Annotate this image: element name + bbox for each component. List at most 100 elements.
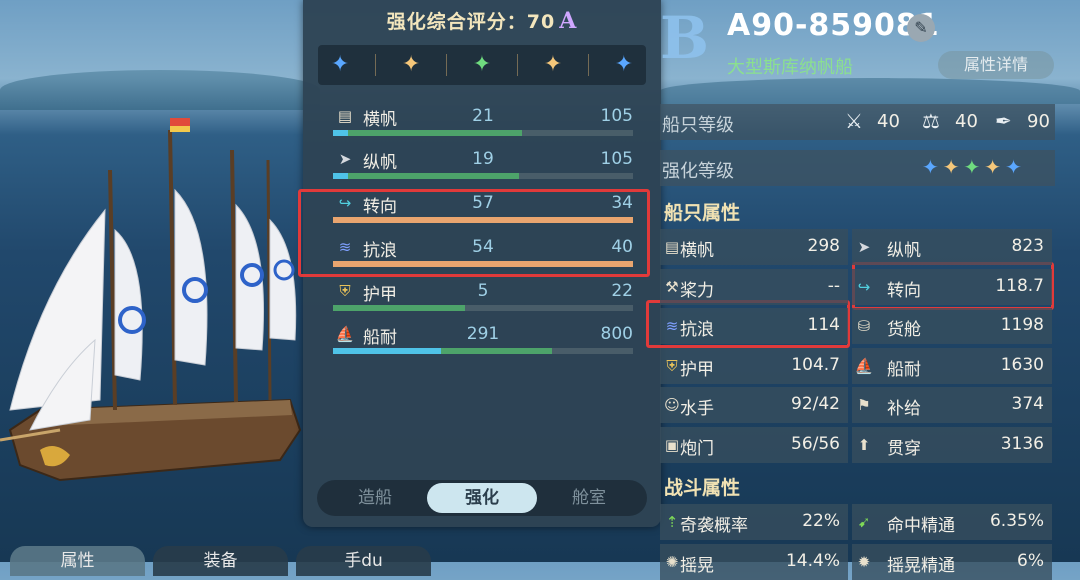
stat-enhance-value: 5 xyxy=(477,281,489,301)
score-grade: A xyxy=(559,8,578,34)
attribute-cell: ⛨ 护甲 104.7 xyxy=(660,347,848,384)
attribute-value: 114 xyxy=(807,315,840,335)
ship-illustration xyxy=(0,118,302,482)
stat-name: 船耐 xyxy=(363,328,397,348)
supply-icon: ⚑ xyxy=(857,396,871,414)
enhance-level-label: 强化等级 xyxy=(662,161,734,182)
stat-name: 护甲 xyxy=(363,285,397,305)
ambush-icon: ⇡ xyxy=(665,513,679,531)
panel-tab-bar: 造船 强化 舱室 xyxy=(317,480,647,516)
star-icon: ✦ xyxy=(543,52,563,77)
attribute-cell: ▤ 横帆 298 xyxy=(660,229,848,265)
stat-progress-bar xyxy=(333,130,633,136)
attribute-cell: ⛵ 船耐 1630 xyxy=(852,347,1052,384)
enhance-stars: ✦✦✦✦✦ xyxy=(922,155,1026,179)
attribute-value: 823 xyxy=(1011,236,1044,256)
attribute-name: 横帆 xyxy=(680,241,714,261)
stat-progress-bar xyxy=(333,173,633,179)
stat-row: ➤ 纵帆 19 105 xyxy=(333,143,633,183)
attribute-cell: ⛁ 货舱 1198 xyxy=(852,308,1052,344)
attribute-name: 摇晃 xyxy=(680,555,714,576)
attribute-value: 118.7 xyxy=(995,275,1044,296)
attribute-value: 22% xyxy=(802,511,840,531)
divider xyxy=(446,54,447,76)
star-icon: ✦ xyxy=(1005,155,1026,179)
paper-plane-icon: ➤ xyxy=(338,150,352,168)
edit-pencil-icon[interactable]: ✎ xyxy=(907,14,935,42)
tab-enhance[interactable]: 强化 xyxy=(427,483,537,513)
bar-fill-secondary xyxy=(348,130,522,136)
ship-attributes-title: 船只属性 xyxy=(664,202,741,224)
attribute-name: 水手 xyxy=(680,399,714,419)
star-icon: ✦ xyxy=(330,52,350,77)
attribute-value: 6% xyxy=(1017,550,1044,571)
armor-icon: ⛨ xyxy=(666,356,678,375)
attribute-value: 104.7 xyxy=(791,354,840,375)
attribute-details-button[interactable]: 属性详情 xyxy=(938,51,1054,79)
bar-fill-secondary xyxy=(333,305,465,311)
attribute-name: 摇晃精通 xyxy=(887,555,955,576)
hull-icon: ⛵ xyxy=(854,356,874,375)
star-icon: ✦ xyxy=(984,155,1006,179)
attribute-value: -- xyxy=(827,275,840,296)
attribute-name: 命中精通 xyxy=(887,516,955,536)
enhancement-score-title: 强化综合评分：70 A xyxy=(303,7,661,34)
ship-level-row: 船只等级 ⚔ 40 ⚖ 40 ✒ 90 xyxy=(660,104,1055,140)
attribute-name: 补给 xyxy=(887,399,921,419)
divider xyxy=(516,54,518,76)
bottom-tab-equipment[interactable]: 装备 xyxy=(153,546,288,576)
star-icon: ✦ xyxy=(922,155,943,179)
attribute-value: 1198 xyxy=(1000,315,1044,335)
quill-icon: ✒ xyxy=(995,109,1012,133)
hull-icon: ⛵ xyxy=(335,325,355,343)
turn-arrow-icon: ↪ xyxy=(857,277,871,296)
stat-max-value: 22 xyxy=(611,281,633,301)
stat-name: 横帆 xyxy=(363,110,397,130)
divider xyxy=(375,54,377,76)
combat-attributes-title: 战斗属性 xyxy=(664,477,741,499)
attribute-cell: ⬆ 贯穿 3136 xyxy=(852,426,1052,463)
stat-enhance-value: 19 xyxy=(472,149,494,169)
scale-icon: ⚖ xyxy=(922,109,940,133)
bar-fill-primary xyxy=(333,173,348,179)
stat-max-value: 105 xyxy=(600,106,633,126)
attribute-name: 奇袭概率 xyxy=(680,516,748,536)
attribute-value: 92/42 xyxy=(791,394,840,414)
barrel-icon: ⛁ xyxy=(857,317,871,335)
star-icon: ✦ xyxy=(963,155,985,179)
cannon-port-icon: ▣ xyxy=(664,435,680,454)
stat-progress-bar xyxy=(333,305,633,311)
attribute-cell: ⚒ 桨力 -- xyxy=(660,268,848,305)
tab-shipbuilding[interactable]: 造船 xyxy=(320,483,430,513)
paper-plane-icon: ➤ xyxy=(857,238,871,256)
attribute-name: 贯穿 xyxy=(887,438,921,459)
sail-icon: ▤ xyxy=(664,238,680,256)
attribute-name: 桨力 xyxy=(680,280,714,301)
bar-fill-primary xyxy=(333,130,348,136)
attribute-cell: ↪ 转向 118.7 xyxy=(852,268,1052,305)
attribute-value: 374 xyxy=(1011,394,1044,414)
level-value: 40 xyxy=(877,111,900,132)
bottom-tab-sailors[interactable]: 手du xyxy=(296,546,431,576)
bar-fill-primary xyxy=(333,348,441,354)
attribute-cell: ➤ 纵帆 823 xyxy=(852,229,1052,265)
tab-cabin[interactable]: 舱室 xyxy=(534,483,644,513)
highlight-box-turn-wave xyxy=(298,189,650,277)
stat-row: ⛨ 护甲 5 22 xyxy=(333,275,633,315)
attribute-name: 船耐 xyxy=(887,359,921,380)
bottom-tab-attributes[interactable]: 属性 xyxy=(10,546,145,576)
star-icon: ✦ xyxy=(614,52,634,77)
ship-type: 大型斯库纳帆船 xyxy=(727,57,853,78)
star-icon: ✦ xyxy=(472,52,492,77)
oar-icon: ⚒ xyxy=(665,277,679,296)
attribute-value: 6.35% xyxy=(989,511,1044,531)
stat-enhance-value: 21 xyxy=(472,106,494,126)
attribute-value: 56/56 xyxy=(791,433,840,454)
attribute-cell: ▣ 炮门 56/56 xyxy=(660,426,848,463)
bar-fill-secondary xyxy=(348,173,519,179)
attribute-cell: ≋ 抗浪 114 xyxy=(660,308,848,344)
stat-progress-bar xyxy=(333,348,633,354)
level-value: 90 xyxy=(1027,111,1050,132)
attribute-cell: ➹ 命中精通 6.35% xyxy=(852,504,1052,540)
attribute-cell: ⚑ 补给 374 xyxy=(852,387,1052,423)
